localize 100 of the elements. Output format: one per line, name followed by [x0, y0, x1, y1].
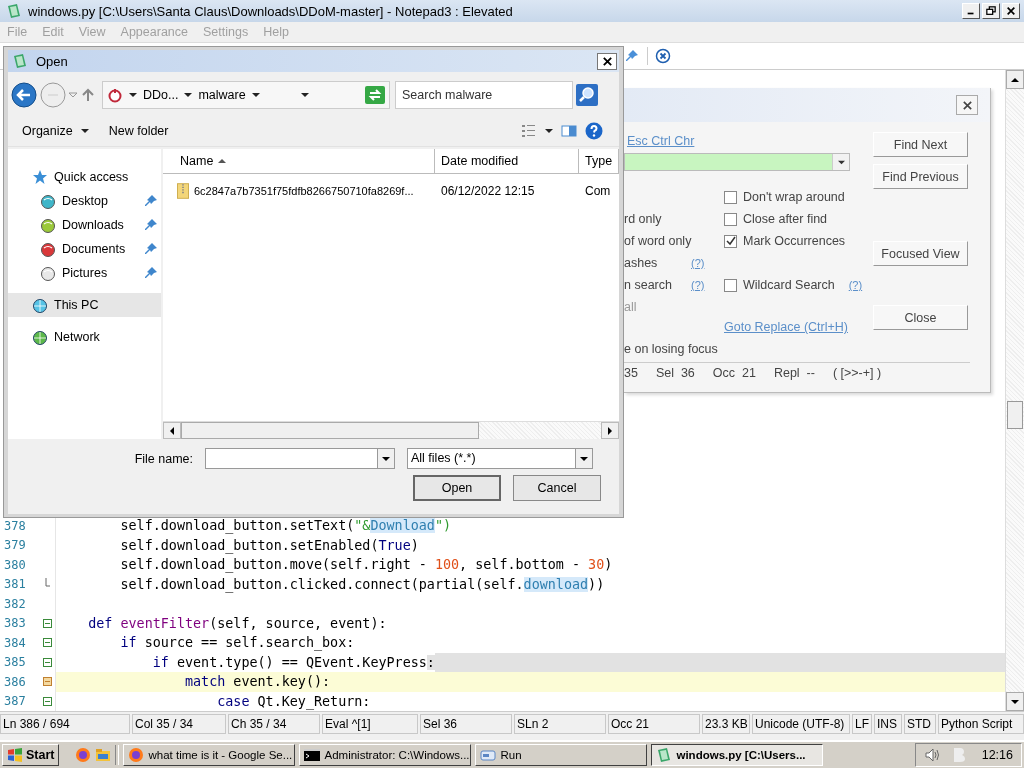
view-list-icon[interactable] — [521, 123, 537, 139]
file-name-field[interactable] — [205, 448, 395, 469]
dialog-button[interactable]: Cancel — [513, 475, 601, 501]
caret-icon[interactable] — [382, 454, 390, 463]
scroll-thumb[interactable] — [1007, 401, 1023, 429]
line-number: 384 — [3, 635, 27, 650]
help-icon[interactable] — [585, 122, 603, 140]
option-label: n search — [624, 278, 673, 292]
globe-icon — [40, 217, 56, 233]
browser-icon[interactable] — [75, 747, 92, 763]
minimize-button[interactable] — [962, 3, 980, 19]
taskbar-button[interactable]: Administrator: C:\Windows... — [299, 744, 472, 766]
checkbox[interactable] — [724, 234, 737, 248]
scroll-down-icon[interactable] — [1011, 697, 1019, 706]
fold-marker-icon[interactable] — [43, 638, 52, 648]
column-header[interactable]: Type — [579, 149, 619, 173]
caret-icon[interactable] — [129, 91, 137, 99]
command-button[interactable]: Organize — [16, 122, 95, 140]
start-button[interactable]: Start — [2, 744, 60, 766]
status-field: Sel 36 — [420, 714, 512, 734]
dialog-button[interactable]: Focused View — [873, 241, 968, 266]
column-header[interactable]: Date modified — [435, 149, 579, 173]
option-label: rd only — [624, 212, 663, 226]
file-name[interactable]: 6c2847a7b7351f75fdfb8266750710fa8269f... — [163, 183, 437, 199]
code-line: self.download_button.move(self.right - 100, self.bottom - 30) — [119, 557, 613, 573]
nav-item[interactable]: Desktop — [8, 189, 161, 213]
window-icon — [480, 747, 497, 763]
app-icon — [656, 747, 673, 763]
breadcrumb[interactable]: malware — [198, 88, 246, 102]
search-icon[interactable] — [576, 84, 598, 106]
checkbox[interactable] — [724, 278, 737, 292]
dialog-button[interactable]: Find Previous — [873, 164, 968, 189]
file-type: Com — [584, 184, 612, 198]
browser-icon — [128, 747, 145, 763]
close-circle-icon[interactable] — [655, 48, 671, 64]
taskbar-button[interactable]: windows.py [C:\Users... — [651, 744, 824, 766]
dialog-button[interactable]: Find Next — [873, 132, 968, 157]
scroll-right-icon[interactable] — [606, 426, 614, 435]
status-field: Eval ^[1] — [322, 714, 418, 734]
maximize-button[interactable] — [982, 3, 1000, 19]
option-label: ashes — [624, 256, 659, 270]
code-line: self.download_button.setText("&Download") — [119, 518, 452, 534]
refresh-icon[interactable] — [365, 86, 385, 104]
nav-item[interactable]: This PC — [8, 293, 161, 317]
dialog-button[interactable]: Open — [413, 475, 501, 501]
option-label: of word only — [624, 234, 691, 248]
pin-icon[interactable] — [624, 48, 640, 64]
fold-marker-icon[interactable] — [43, 618, 52, 628]
scroll-left-icon[interactable] — [168, 426, 176, 435]
code-line: self.download_button.setEnabled(True) — [119, 537, 419, 553]
line-number: 383 — [3, 616, 27, 631]
scrollbar[interactable] — [163, 421, 619, 439]
checkbox[interactable] — [724, 212, 737, 226]
caret-icon[interactable] — [545, 127, 553, 135]
status-field: SLn 2 — [514, 714, 606, 734]
dialog-title: Open — [36, 53, 68, 69]
breadcrumb[interactable]: DDo... — [143, 88, 179, 102]
caret-icon[interactable] — [251, 91, 260, 99]
taskbar-button[interactable]: what time is it - Google Se... — [123, 744, 296, 766]
caret-icon[interactable] — [837, 158, 845, 166]
dialog-button[interactable]: Close — [873, 305, 968, 330]
caret-icon[interactable] — [580, 454, 588, 463]
column-header[interactable]: Name — [163, 149, 435, 173]
scrollbar[interactable] — [1005, 70, 1024, 711]
console-icon — [304, 747, 321, 763]
command-button[interactable]: New folder — [102, 122, 175, 140]
nav-item[interactable]: Documents — [8, 237, 161, 261]
nav-item[interactable]: Pictures — [8, 261, 161, 285]
taskbar-button[interactable]: Run — [475, 744, 648, 766]
nav-item[interactable]: Network — [8, 325, 161, 349]
up-arrow-icon[interactable] — [80, 87, 96, 103]
fold-marker-icon[interactable] — [43, 677, 52, 687]
line-number: 381 — [3, 577, 27, 592]
fold-marker-icon[interactable] — [43, 696, 52, 706]
status-field: Occ 21 — [608, 714, 700, 734]
folder-icon[interactable] — [95, 747, 112, 763]
globe-icon — [32, 329, 48, 345]
close-button[interactable] — [597, 52, 617, 70]
address-bar[interactable]: DDo... malware — [102, 81, 390, 109]
field-label: File name: — [134, 451, 193, 466]
caret-icon[interactable] — [184, 91, 193, 99]
close-button[interactable] — [956, 95, 978, 115]
status-field: 23.3 KB — [702, 714, 750, 734]
checkbox[interactable] — [724, 190, 737, 204]
globe-icon — [32, 297, 48, 313]
checkmark-icon — [725, 236, 736, 246]
nav-item[interactable]: Quick access — [8, 165, 161, 189]
globe-icon — [40, 241, 56, 257]
search-field[interactable]: Search malware — [395, 81, 573, 109]
close-icon — [1006, 6, 1016, 16]
fold-marker-icon[interactable] — [43, 657, 52, 667]
nav-item[interactable]: Downloads — [8, 213, 161, 237]
file-type-dropdown[interactable]: All files (*.*) — [407, 448, 593, 469]
speaker-icon[interactable] — [923, 747, 940, 763]
caret-icon[interactable] — [301, 91, 309, 99]
preview-pane-icon[interactable] — [561, 123, 577, 139]
line-number: 385 — [3, 655, 27, 670]
scroll-up-icon[interactable] — [1011, 75, 1019, 84]
status-field: STD — [904, 714, 936, 734]
status-field: INS — [874, 714, 902, 734]
